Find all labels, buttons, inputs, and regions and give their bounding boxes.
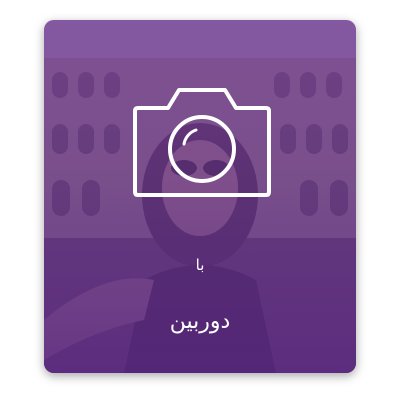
camera-option-card[interactable]: با دوربین (44, 20, 356, 373)
card-title: دوربین (169, 309, 231, 334)
camera-icon (132, 84, 272, 200)
card-subtitle: با (195, 256, 205, 274)
